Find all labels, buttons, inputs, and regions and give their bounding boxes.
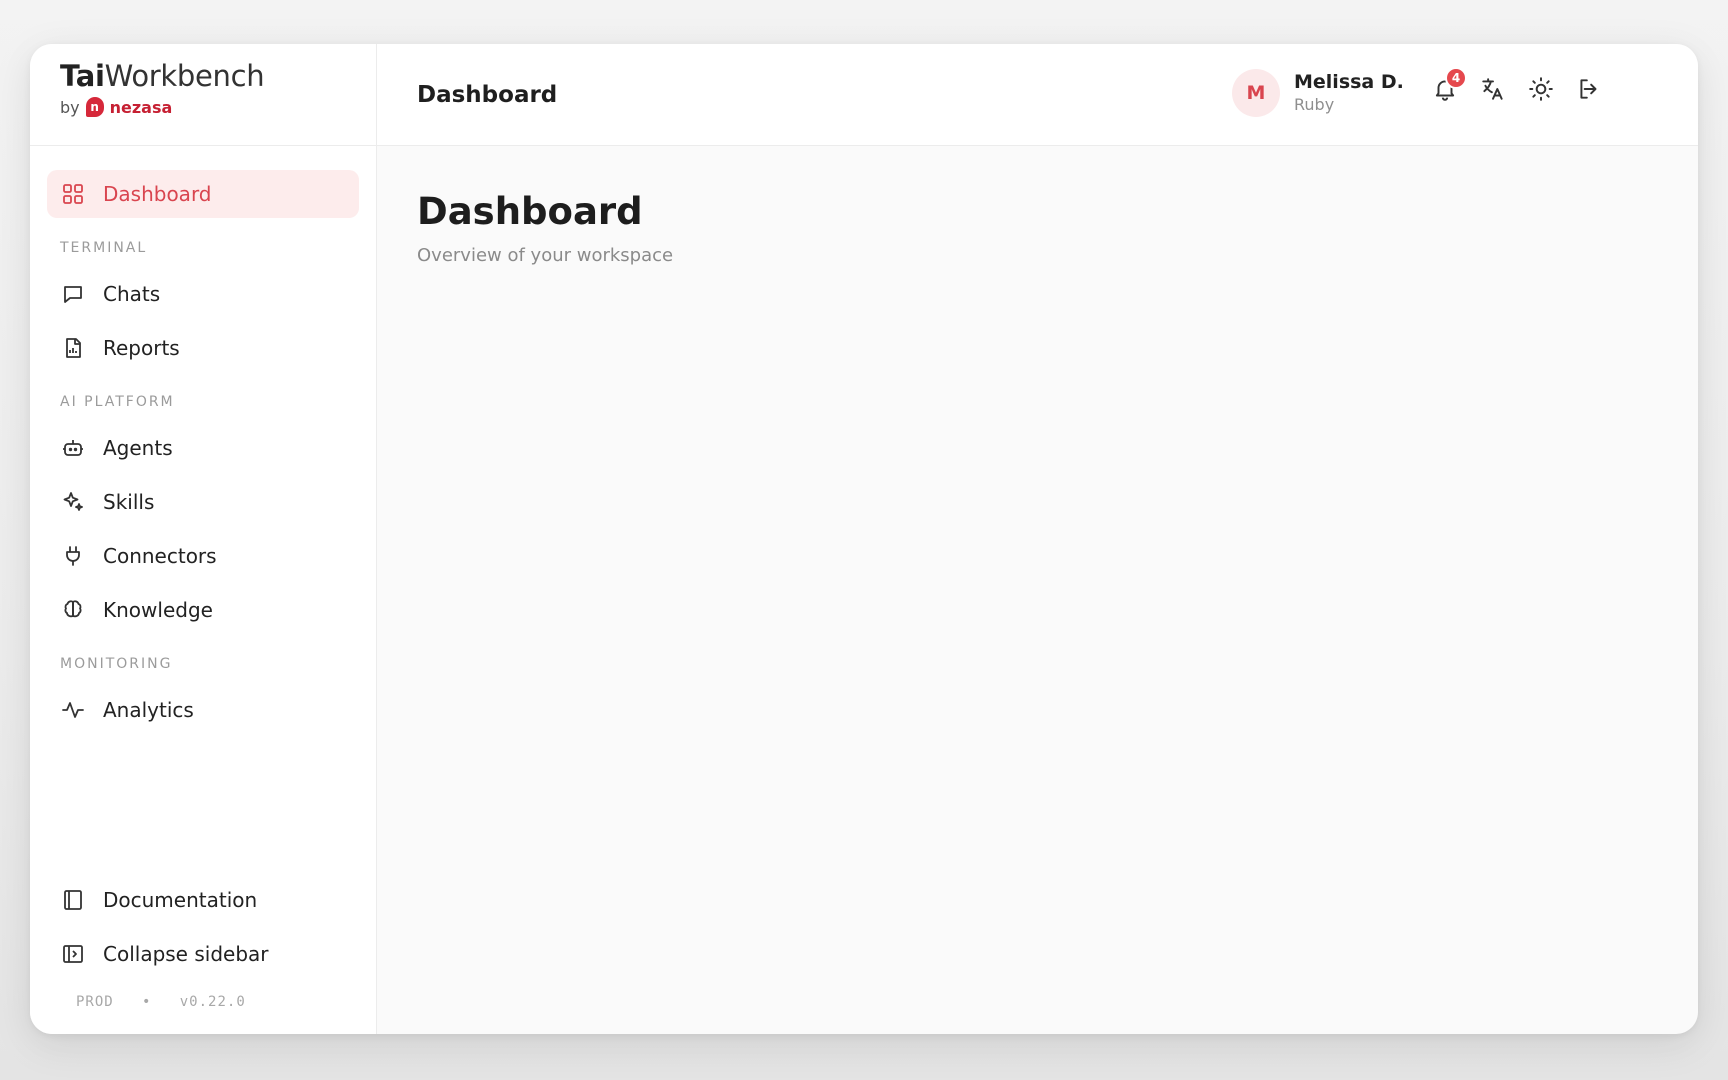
sidebar-item-skills[interactable]: Skills: [47, 478, 359, 526]
user-info: Melissa D. Ruby: [1294, 70, 1404, 115]
sidebar-item-label: Documentation: [103, 888, 258, 912]
sidebar-item-knowledge[interactable]: Knowledge: [47, 586, 359, 634]
sidebar-item-documentation[interactable]: Documentation: [47, 876, 359, 924]
brand: TaiWorkbench by n nezasa: [30, 44, 376, 146]
user-role: Ruby: [1294, 95, 1335, 115]
bell-icon[interactable]: 4: [1432, 67, 1467, 102]
sidebar-item-label: Reports: [103, 336, 180, 360]
sidebar-item-label: Collapse sidebar: [103, 942, 269, 966]
footer-separator: •: [142, 994, 152, 1010]
brain-icon: [61, 598, 85, 622]
content: Dashboard Overview of your workspace: [377, 146, 1698, 310]
nezasa-logo-icon: n: [85, 97, 104, 117]
user-name: Melissa D.: [1294, 70, 1404, 93]
activity-icon: [61, 698, 85, 722]
section-label-ai-platform: AI PLATFORM: [60, 394, 175, 410]
notification-badge: 4: [1445, 67, 1467, 89]
logout-icon[interactable]: [1576, 76, 1602, 102]
version-footer: PROD • v0.22.0: [76, 994, 246, 1010]
app-window: TaiWorkbench by n nezasa Dashboard TERMI…: [30, 44, 1698, 1034]
sidebar-item-connectors[interactable]: Connectors: [47, 532, 359, 580]
env-label: PROD: [76, 994, 114, 1010]
topbar-actions: 4: [1432, 67, 1602, 102]
sidebar-item-chats[interactable]: Chats: [47, 270, 359, 318]
sidebar-item-label: Agents: [103, 436, 173, 460]
section-label-monitoring: MONITORING: [60, 656, 173, 672]
sidebar-bottom: Documentation Collapse sidebar: [30, 876, 376, 984]
sidebar: TaiWorkbench by n nezasa Dashboard TERMI…: [30, 44, 377, 1034]
sidebar-item-label: Connectors: [103, 544, 217, 568]
topbar: Dashboard M Melissa D. Ruby 4: [377, 44, 1698, 146]
sidebar-item-reports[interactable]: Reports: [47, 324, 359, 372]
collapse-sidebar-button[interactable]: Collapse sidebar: [47, 930, 359, 978]
sidebar-item-label: Dashboard: [103, 182, 212, 206]
sidebar-item-label: Analytics: [103, 698, 194, 722]
brand-title-light: Workbench: [104, 59, 265, 93]
translate-icon[interactable]: [1480, 76, 1506, 102]
brand-byline: by n nezasa: [60, 97, 376, 117]
topbar-title: Dashboard: [417, 81, 558, 108]
brand-title[interactable]: TaiWorkbench: [60, 62, 376, 91]
panel-icon: [61, 942, 85, 966]
brand-title-bold: Tai: [60, 59, 105, 93]
version-label: v0.22.0: [179, 994, 246, 1010]
sidebar-item-label: Skills: [103, 490, 155, 514]
chat-icon: [61, 282, 85, 306]
sidebar-item-analytics[interactable]: Analytics: [47, 686, 359, 734]
sidebar-item-agents[interactable]: Agents: [47, 424, 359, 472]
sparkles-icon: [61, 490, 85, 514]
sidebar-item-dashboard[interactable]: Dashboard: [47, 170, 359, 218]
main-area: Dashboard M Melissa D. Ruby 4 Dashboard …: [377, 44, 1698, 1034]
plug-icon: [61, 544, 85, 568]
sidebar-item-label: Chats: [103, 282, 161, 306]
report-icon: [61, 336, 85, 360]
user-menu[interactable]: M Melissa D. Ruby: [1232, 69, 1404, 117]
sun-icon[interactable]: [1528, 76, 1554, 102]
grid-icon: [61, 182, 85, 206]
bot-icon: [61, 436, 85, 460]
brand-by-label: by: [60, 97, 80, 117]
page-subtitle: Overview of your workspace: [417, 245, 674, 266]
avatar[interactable]: M: [1232, 69, 1280, 117]
section-label-terminal: TERMINAL: [60, 240, 148, 256]
sidebar-item-label: Knowledge: [103, 598, 213, 622]
page-title: Dashboard: [417, 190, 643, 233]
brand-company: nezasa: [109, 97, 173, 117]
book-icon: [61, 888, 85, 912]
